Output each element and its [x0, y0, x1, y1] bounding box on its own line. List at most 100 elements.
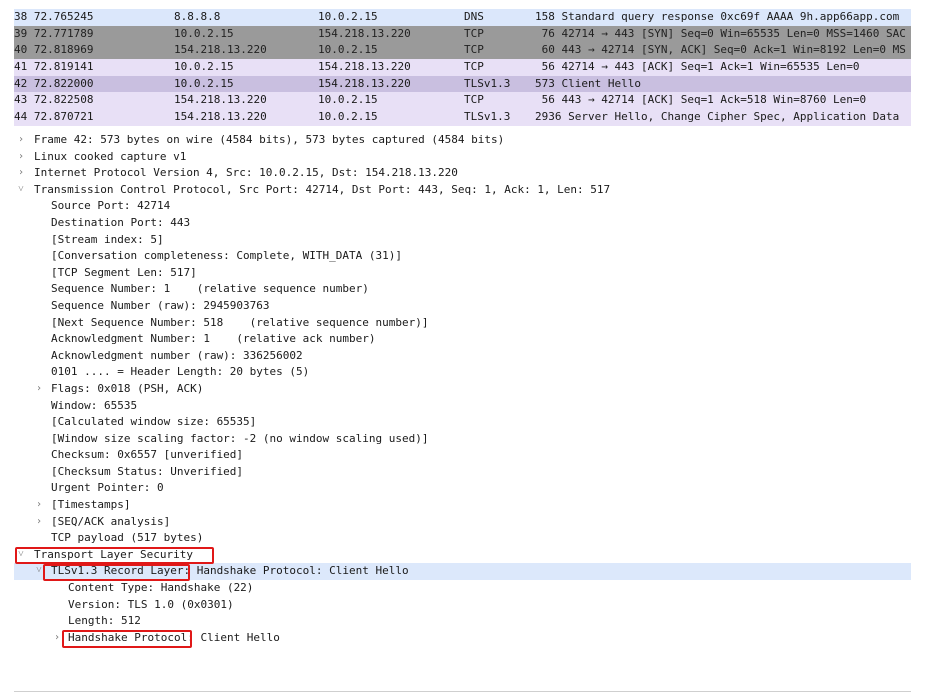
packet-protocol: TCP: [464, 26, 484, 40]
packet-destination: 10.0.2.15: [318, 93, 378, 107]
packet-row[interactable]: 38 72.765245 8.8.8.8 10.0.2.15 DNS 158 S…: [14, 9, 911, 26]
packet-protocol: TLSv1.3: [464, 110, 511, 124]
tls-field[interactable]: Content Type: Handshake (22): [14, 580, 911, 597]
packet-destination: 10.0.2.15: [318, 110, 378, 124]
tree-item-label: Frame 42: 573 bytes on wire (4584 bits),…: [34, 133, 505, 146]
packet-row[interactable]: 40 72.818969 154.218.13.220 10.0.2.15 TC…: [14, 42, 911, 60]
tcp-field[interactable]: [TCP Segment Len: 517]: [14, 265, 911, 282]
tcp-field[interactable]: Sequence Number: 1 (relative sequence nu…: [14, 281, 911, 298]
chevron-right-icon[interactable]: ›: [16, 132, 26, 149]
packet-info: 56 42714 → 443 [ACK] Seq=1 Ack=1 Win=655…: [535, 60, 860, 74]
chevron-right-icon[interactable]: ›: [16, 165, 26, 182]
packet-info: 158 Standard query response 0xc69f AAAA …: [535, 10, 900, 23]
tree-item-seq-ack-analysis[interactable]: › [SEQ/ACK analysis]: [14, 514, 911, 531]
tree-item-label: [TCP Segment Len: 517]: [51, 265, 197, 279]
tree-item-label: Length: 512: [68, 614, 141, 628]
packet-number-time: 43 72.822508: [14, 93, 94, 107]
chevron-right-icon[interactable]: ›: [34, 497, 44, 514]
tree-item-label: 0101 .... = Header Length: 20 bytes (5): [51, 365, 310, 379]
tls-field[interactable]: Version: TLS 1.0 (0x0301): [14, 597, 911, 614]
tcp-field[interactable]: Window: 65535: [14, 398, 911, 415]
tree-item-label: [Timestamps]: [51, 498, 131, 512]
packet-destination: 10.0.2.15: [318, 10, 378, 23]
packet-row-selected[interactable]: 42 72.822000 10.0.2.15 154.218.13.220 TL…: [14, 75, 911, 93]
tree-item-label: Transmission Control Protocol, Src Port:…: [34, 182, 611, 196]
tree-item-flags[interactable]: › Flags: 0x018 (PSH, ACK): [14, 381, 911, 398]
chevron-right-icon[interactable]: ›: [34, 514, 44, 531]
packet-source: 154.218.13.220: [174, 110, 267, 124]
packet-protocol: DNS: [464, 10, 484, 23]
tree-item-label: Acknowledgment number (raw): 336256002: [51, 348, 303, 362]
packet-source: 10.0.2.15: [174, 60, 234, 74]
packet-source: 8.8.8.8: [174, 10, 221, 23]
tcp-field[interactable]: 0101 .... = Header Length: 20 bytes (5): [14, 364, 911, 381]
packet-number-time: 42 72.822000: [14, 76, 94, 90]
packet-source: 10.0.2.15: [174, 26, 234, 40]
packet-protocol: TCP: [464, 93, 484, 107]
packet-number-time: 39 72.771789: [14, 26, 94, 40]
tcp-field[interactable]: Destination Port: 443: [14, 215, 911, 232]
tree-item-label: Flags: 0x018 (PSH, ACK): [51, 381, 204, 395]
tree-item-label: Internet Protocol Version 4, Src: 10.0.2…: [34, 166, 458, 180]
tree-item-label: [Window size scaling factor: -2 (no wind…: [51, 431, 429, 445]
tree-item-ipv4[interactable]: › Internet Protocol Version 4, Src: 10.0…: [14, 165, 911, 182]
highlight-box-record-layer: [43, 564, 190, 581]
packet-info: 76 42714 → 443 [SYN] Seq=0 Win=65535 Len…: [535, 26, 906, 40]
packet-number-time: 44 72.870721: [14, 110, 94, 124]
tree-item-frame[interactable]: › Frame 42: 573 bytes on wire (4584 bits…: [14, 132, 911, 149]
packet-protocol: TCP: [464, 60, 484, 74]
packet-source: 154.218.13.220: [174, 43, 267, 57]
tcp-field[interactable]: [Calculated window size: 65535]: [14, 414, 911, 431]
tcp-field[interactable]: Acknowledgment Number: 1 (relative ack n…: [14, 331, 911, 348]
tcp-field[interactable]: Sequence Number (raw): 2945903763: [14, 298, 911, 315]
packet-info: 2936 Server Hello, Change Cipher Spec, A…: [535, 110, 900, 124]
tcp-field[interactable]: [Checksum Status: Unverified]: [14, 464, 911, 481]
tree-item-label: Version: TLS 1.0 (0x0301): [68, 597, 234, 611]
tree-item-label: Window: 65535: [51, 398, 138, 412]
tree-item-label: [SEQ/ACK analysis]: [51, 514, 171, 528]
tree-item-timestamps[interactable]: › [Timestamps]: [14, 497, 911, 514]
packet-details-tree: › Frame 42: 573 bytes on wire (4584 bits…: [14, 132, 911, 692]
highlight-box-handshake-protocol: [62, 630, 192, 648]
tcp-field[interactable]: Checksum: 0x6557 [unverified]: [14, 447, 911, 464]
tcp-field[interactable]: Acknowledgment number (raw): 336256002: [14, 348, 911, 365]
divider: [14, 691, 911, 692]
chevron-right-icon[interactable]: ›: [52, 630, 62, 647]
packet-source: 10.0.2.15: [174, 76, 234, 90]
tree-item-label: Destination Port: 443: [51, 215, 191, 229]
packet-number-time: 40 72.818969: [14, 43, 94, 57]
tree-item-label: Urgent Pointer: 0: [51, 481, 164, 495]
tls-field[interactable]: Length: 512: [14, 613, 911, 630]
tcp-field[interactable]: [Stream index: 5]: [14, 232, 911, 249]
tree-item-label: Content Type: Handshake (22): [68, 581, 254, 595]
tree-item-label: Sequence Number: 1 (relative sequence nu…: [51, 282, 369, 296]
packet-destination: 154.218.13.220: [318, 26, 411, 40]
packet-row[interactable]: 44 72.870721 154.218.13.220 10.0.2.15 TL…: [14, 109, 911, 126]
packet-destination: 10.0.2.15: [318, 43, 378, 57]
packet-info: 573 Client Hello: [535, 76, 641, 90]
tcp-field[interactable]: TCP payload (517 bytes): [14, 530, 911, 547]
tree-item-label: Sequence Number (raw): 2945903763: [51, 298, 270, 312]
chevron-down-icon[interactable]: ˅: [16, 182, 26, 199]
tcp-field[interactable]: Urgent Pointer: 0: [14, 480, 911, 497]
packet-number-time: 38 72.765245: [14, 10, 94, 23]
chevron-right-icon[interactable]: ›: [34, 381, 44, 398]
packet-list: 38 72.765245 8.8.8.8 10.0.2.15 DNS 158 S…: [14, 9, 911, 130]
packet-row[interactable]: 39 72.771789 10.0.2.15 154.218.13.220 TC…: [14, 25, 911, 43]
packet-row[interactable]: 41 72.819141 10.0.2.15 154.218.13.220 TC…: [14, 59, 911, 76]
packet-destination: 154.218.13.220: [318, 60, 411, 74]
tree-item-tcp[interactable]: ˅ Transmission Control Protocol, Src Por…: [14, 182, 911, 199]
tcp-field[interactable]: Source Port: 42714: [14, 198, 911, 215]
tree-item-linux-cooked[interactable]: › Linux cooked capture v1: [14, 149, 911, 166]
tcp-field[interactable]: [Window size scaling factor: -2 (no wind…: [14, 431, 911, 448]
packet-row[interactable]: 43 72.822508 154.218.13.220 10.0.2.15 TC…: [14, 92, 911, 110]
tree-item-label: [Next Sequence Number: 518 (relative seq…: [51, 315, 429, 329]
packet-info: 60 443 → 42714 [SYN, ACK] Seq=0 Ack=1 Wi…: [535, 43, 906, 57]
tree-item-label: [Stream index: 5]: [51, 232, 164, 246]
chevron-right-icon[interactable]: ›: [16, 149, 26, 166]
tree-item-label: [Calculated window size: 65535]: [51, 415, 257, 429]
highlight-box-tls: [15, 547, 214, 564]
packet-source: 154.218.13.220: [174, 93, 267, 107]
tcp-field[interactable]: [Conversation completeness: Complete, WI…: [14, 248, 911, 265]
tcp-field[interactable]: [Next Sequence Number: 518 (relative seq…: [14, 315, 911, 332]
